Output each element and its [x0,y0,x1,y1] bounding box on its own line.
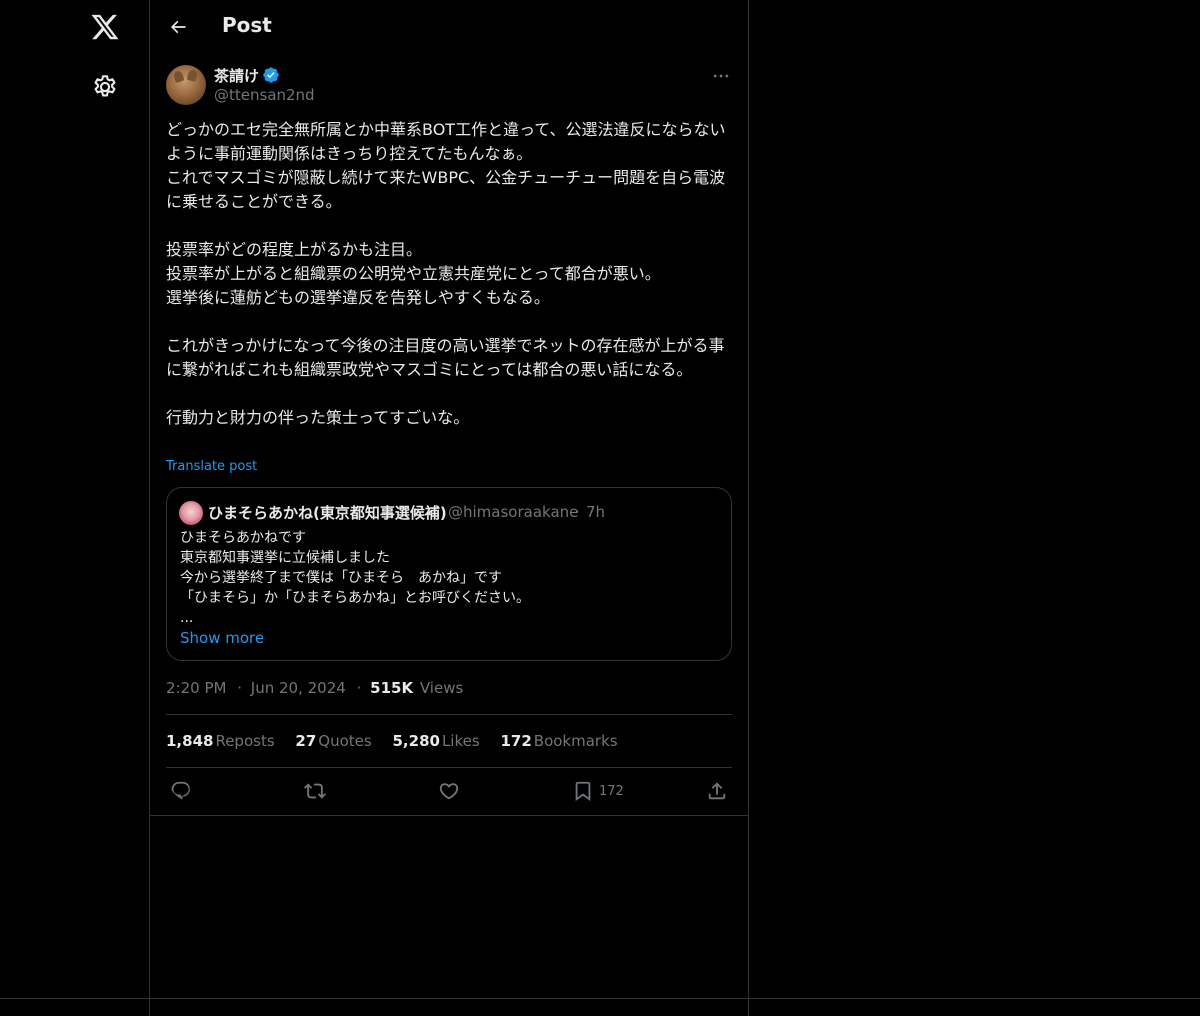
likes-stat[interactable]: 5,280 Likes [393,732,480,750]
bookmarks-stat[interactable]: 172 Bookmarks [500,732,617,750]
quotes-count: 27 [295,732,317,750]
author-name[interactable]: 茶請け [214,65,259,86]
more-button[interactable] [706,64,736,88]
bookmark-button[interactable]: 172 [572,778,624,804]
quoted-separator: · [575,503,580,521]
quoted-avatar[interactable] [179,501,203,525]
likes-count: 5,280 [392,732,440,750]
action-bar: 172 [166,778,732,804]
page-title: Post [222,13,272,37]
views-count: 515K [370,679,414,697]
meta-separator: · [356,679,362,697]
quoted-text: ひまそらあかねです 東京都知事選挙に立候補しました 今から選挙終了まで僕は「ひま… [180,530,530,626]
reply-icon [171,781,190,800]
reposts-count: 1,848 [166,732,214,750]
reposts-stat[interactable]: 1,848 Reposts [166,732,275,750]
arrow-left-icon [170,20,186,34]
avatar-ear [186,69,199,82]
views-label: Views [419,679,464,697]
quoted-author-handle: @himasoraakane [448,503,579,521]
likes-label: Likes [441,732,480,750]
bookmark-icon [575,781,591,802]
divider [166,767,732,768]
engagement-stats: 1,848 Reposts 27 Quotes 5,280 Likes 172 Book… [166,732,634,750]
back-button[interactable] [164,13,192,41]
bookmarks-label: Bookmarks [533,732,618,750]
like-button[interactable] [438,778,460,804]
share-icon [708,782,726,800]
main-column: Post 茶請け @ttensan2nd どっかのエセ完全無所属とか中華系BOT… [149,0,749,1016]
bookmarks-count: 172 [500,732,532,750]
post-text: どっかのエセ完全無所属とか中華系BOT工作と違って、公選法違反にならないように事… [166,120,726,427]
post-date[interactable]: Jun 20, 2024 [251,679,346,697]
repost-button[interactable] [304,778,326,804]
show-more-link[interactable]: Show more [180,629,264,647]
bookmark-count: 172 [599,783,624,799]
quotes-label: Quotes [318,732,372,750]
divider [166,714,732,715]
post-meta: 2:20 PM · Jun 20, 2024 · 515K Views [166,679,465,697]
post-bottom-border [150,815,748,816]
page: Post 茶請け @ttensan2nd どっかのエセ完全無所属とか中華系BOT… [0,0,1200,1016]
more-horizontal-icon [713,74,729,78]
quoted-time: 7h [586,503,606,521]
gear-icon[interactable] [91,73,119,101]
quotes-stat[interactable]: 27 Quotes [295,732,371,750]
translate-post-link[interactable]: Translate post [166,459,257,474]
reply-button[interactable] [170,778,192,804]
bottom-divider [0,998,1200,999]
meta-separator: · [237,679,243,697]
heart-icon [439,783,459,800]
repost-icon [304,783,326,799]
verified-badge-icon [262,66,280,84]
reposts-label: Reposts [215,732,275,750]
author-handle[interactable]: @ttensan2nd [214,86,315,104]
post-time[interactable]: 2:20 PM [166,679,226,697]
x-logo-icon[interactable] [90,12,120,42]
top-bar: Post [150,0,748,54]
left-nav [0,0,149,1016]
avatar[interactable] [166,65,206,105]
avatar-ear [172,69,185,84]
quoted-post[interactable]: ひまそらあかね(東京都知事選候補) @himasoraakane · 7h ひま… [166,487,732,661]
quoted-author-name: ひまそらあかね(東京都知事選候補) [208,504,447,522]
share-button[interactable] [706,778,728,804]
